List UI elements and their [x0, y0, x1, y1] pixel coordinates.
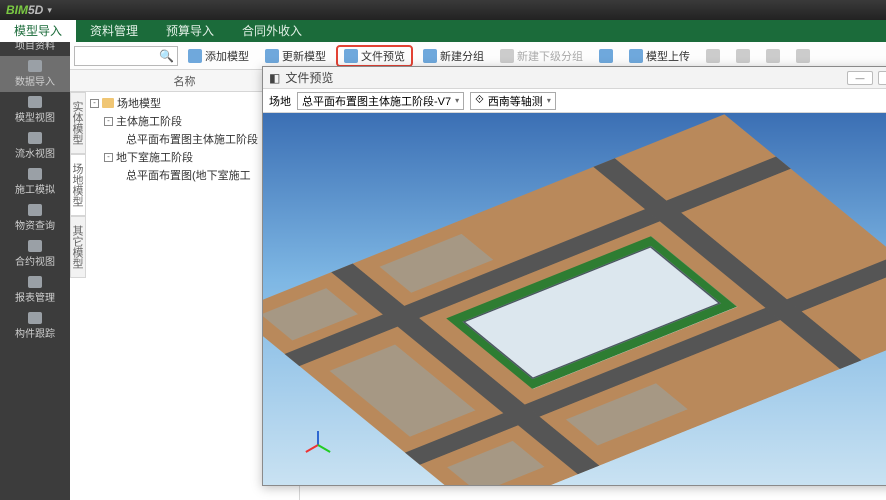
- flow-icon: [28, 132, 42, 144]
- sidebar-project-data[interactable]: 项目资料: [0, 42, 70, 56]
- upload-icon: [629, 49, 643, 63]
- collapse-icon[interactable]: -: [90, 99, 99, 108]
- subgroup-icon: [500, 49, 514, 63]
- add-model-button[interactable]: 添加模型: [182, 46, 255, 66]
- chevron-down-icon: ▾: [547, 96, 551, 105]
- refresh-model-button[interactable]: 更新模型: [259, 46, 332, 66]
- preview-toolbar: 场地 总平面布置图主体施工阶段-V7▾ ⟐西南等轴测▾: [263, 89, 886, 113]
- toolbar-icon-4[interactable]: [760, 47, 786, 65]
- folder-icon: [102, 98, 114, 108]
- vtab-entity[interactable]: 实体模型: [70, 92, 86, 154]
- preview-icon: [344, 49, 358, 63]
- search-input[interactable]: 🔍: [74, 46, 178, 66]
- view-select[interactable]: ⟐西南等轴测▾: [470, 92, 556, 110]
- play-icon: [28, 168, 42, 180]
- sidebar-contract-view[interactable]: 合约视图: [0, 236, 70, 272]
- model-upload-button[interactable]: 模型上传: [623, 46, 696, 66]
- misc-icon: [706, 49, 720, 63]
- sidebar-data-import[interactable]: 数据导入: [0, 56, 70, 92]
- collapse-icon[interactable]: -: [104, 153, 113, 162]
- chevron-down-icon[interactable]: ▾: [47, 5, 52, 16]
- axis-gizmo: [305, 433, 333, 461]
- site-label: 场地: [269, 93, 291, 109]
- misc-icon: [766, 49, 780, 63]
- add-icon: [188, 49, 202, 63]
- preview-title: 文件预览: [285, 69, 333, 86]
- new-group-button[interactable]: 新建分组: [417, 46, 490, 66]
- site-select[interactable]: 总平面布置图主体施工阶段-V7▾: [297, 92, 464, 110]
- minimize-button[interactable]: —: [847, 71, 873, 85]
- menu-bar: 模型导入 资料管理 预算导入 合同外收入: [0, 20, 886, 42]
- toolbar-icon-5[interactable]: [790, 47, 816, 65]
- cube-icon: ◧: [269, 71, 280, 85]
- sidebar-flow-view[interactable]: 流水视图: [0, 128, 70, 164]
- menu-contract[interactable]: 合同外收入: [228, 20, 316, 42]
- sidebar-report[interactable]: 报表管理: [0, 272, 70, 308]
- list-icon: [28, 204, 42, 216]
- save-icon: [599, 49, 613, 63]
- maximize-button[interactable]: ▣: [878, 71, 886, 85]
- collapse-icon[interactable]: -: [104, 117, 113, 126]
- toolbar-icon-2[interactable]: [700, 47, 726, 65]
- toolbar-icon-1[interactable]: [593, 47, 619, 65]
- sidebar-track[interactable]: 构件跟踪: [0, 308, 70, 344]
- preview-titlebar[interactable]: ◧ 文件预览 — ▣ ✕: [263, 67, 886, 89]
- toolbar-icon-3[interactable]: [730, 47, 756, 65]
- chevron-down-icon: ▾: [455, 96, 459, 105]
- vtab-site[interactable]: 场地模型: [70, 154, 86, 216]
- cube-icon: [28, 96, 42, 108]
- app-logo: BIM5D: [6, 3, 43, 17]
- menu-model-import[interactable]: 模型导入: [0, 20, 76, 42]
- misc-icon: [796, 49, 810, 63]
- misc-icon: [736, 49, 750, 63]
- compass-icon: ⟐: [475, 94, 484, 107]
- chart-icon: [28, 276, 42, 288]
- file-preview-button[interactable]: 文件预览: [336, 45, 413, 67]
- menu-budget-import[interactable]: 预算导入: [152, 20, 228, 42]
- vtab-other[interactable]: 其它模型: [70, 216, 86, 278]
- track-icon: [28, 312, 42, 324]
- sidebar-simulate[interactable]: 施工模拟: [0, 164, 70, 200]
- file-preview-window: ◧ 文件预览 — ▣ ✕ 场地 总平面布置图主体施工阶段-V7▾ ⟐西南等轴测▾: [262, 66, 886, 486]
- doc-icon: [28, 240, 42, 252]
- refresh-icon: [265, 49, 279, 63]
- menu-data-manage[interactable]: 资料管理: [76, 20, 152, 42]
- group-icon: [423, 49, 437, 63]
- sidebar-material[interactable]: 物资查询: [0, 200, 70, 236]
- left-vertical-tabs: 实体模型 场地模型 其它模型: [70, 92, 86, 500]
- search-icon: 🔍: [159, 49, 174, 63]
- sidebar-model-view[interactable]: 模型视图: [0, 92, 70, 128]
- title-bar: BIM5D ▾: [0, 0, 886, 20]
- new-subgroup-button[interactable]: 新建下级分组: [494, 46, 589, 66]
- import-icon: [28, 60, 42, 72]
- preview-3d-viewport[interactable]: [263, 113, 886, 485]
- sidebar: 项目资料 数据导入 模型视图 流水视图 施工模拟 物资查询 合约视图 报表管理 …: [0, 42, 70, 500]
